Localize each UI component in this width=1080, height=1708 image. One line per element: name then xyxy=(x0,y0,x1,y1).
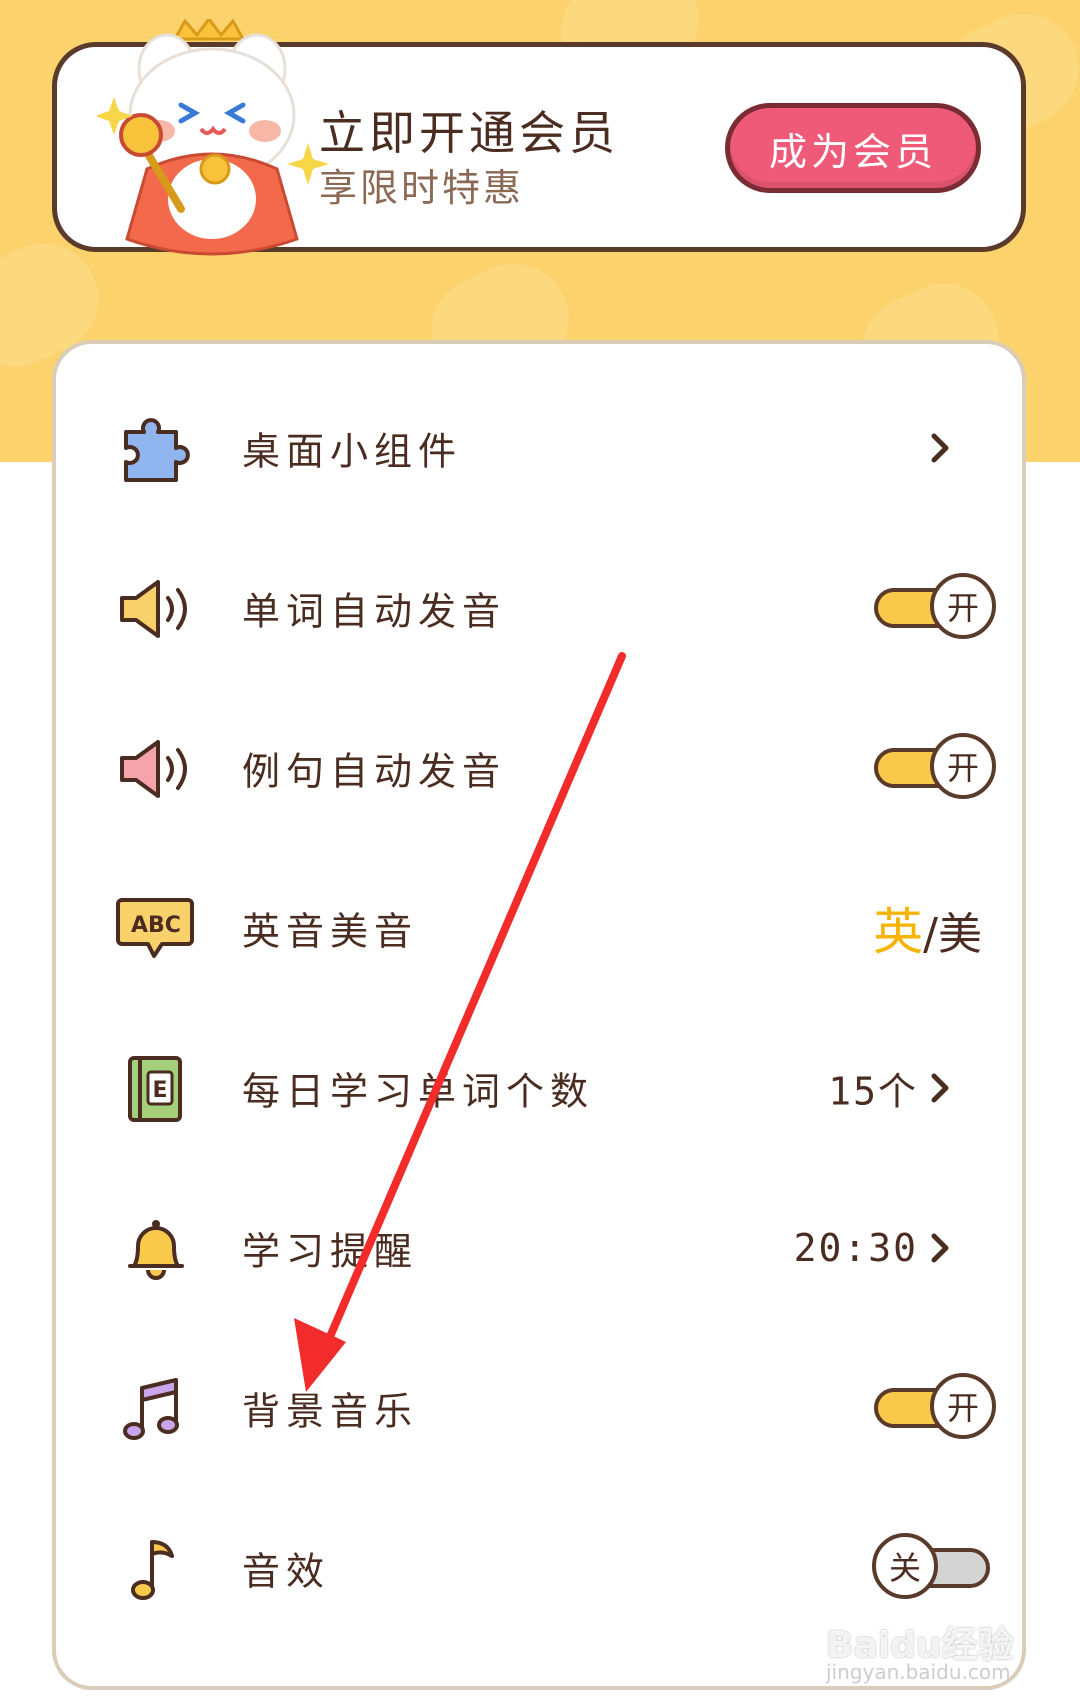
setting-label: 例句自动发音 xyxy=(242,749,507,794)
daily-word-count-value: 15个 xyxy=(828,1069,918,1114)
member-title: 立即开通会员 xyxy=(319,106,619,160)
accent-american[interactable]: 美 xyxy=(938,909,982,960)
become-member-button[interactable]: 成为会员 xyxy=(725,103,981,193)
setting-row-daily-word-count[interactable]: E 每日学习单词个数 15个 xyxy=(56,1008,1022,1168)
bell-icon xyxy=(128,1220,184,1280)
member-banner[interactable]: 立即开通会员 享限时特惠 成为会员 xyxy=(52,19,1026,256)
setting-row-sentence-pronunciation: 例句自动发音 开 xyxy=(56,688,1022,848)
music-note-icon xyxy=(131,1540,174,1600)
speaker-icon xyxy=(120,740,187,798)
setting-row-study-reminder[interactable]: 学习提醒 20:30 xyxy=(56,1168,1022,1328)
music-notes-icon xyxy=(123,1378,179,1440)
sentence-pronunciation-toggle[interactable]: 开 xyxy=(872,733,996,803)
speaker-icon xyxy=(120,580,187,638)
chevron-right-icon[interactable] xyxy=(928,431,952,465)
toggle-knob: 开 xyxy=(930,573,996,639)
setting-row-desktop-widget[interactable]: 桌面小组件 xyxy=(56,368,1022,528)
setting-label: 音效 xyxy=(242,1549,331,1594)
accent-british[interactable]: 英 xyxy=(873,903,923,961)
svg-text:ABC: ABC xyxy=(131,913,181,938)
accent-separator: / xyxy=(923,909,938,960)
setting-label: 单词自动发音 xyxy=(242,589,507,634)
setting-row-background-music: 背景音乐 开 xyxy=(56,1328,1022,1488)
book-icon: E xyxy=(128,1056,182,1122)
svg-text:E: E xyxy=(152,1078,167,1103)
setting-row-accent: ABC 英音美音 英/美 xyxy=(56,848,1022,1008)
accent-switch[interactable]: 英/美 xyxy=(873,892,982,964)
setting-label: 英音美音 xyxy=(242,909,419,954)
setting-label: 桌面小组件 xyxy=(242,429,463,474)
word-pronunciation-toggle[interactable]: 开 xyxy=(872,573,996,643)
toggle-knob: 开 xyxy=(930,733,996,799)
setting-label: 每日学习单词个数 xyxy=(242,1069,595,1114)
watermark-url: jingyan.baidu.com xyxy=(826,1660,1011,1684)
sound-effects-toggle[interactable]: 关 xyxy=(872,1533,996,1603)
study-reminder-time: 20:30 xyxy=(793,1226,918,1270)
puzzle-icon xyxy=(124,418,190,482)
chevron-right-icon[interactable] xyxy=(928,1231,952,1265)
toggle-knob: 开 xyxy=(930,1373,996,1439)
setting-label: 背景音乐 xyxy=(242,1389,419,1434)
background-music-toggle[interactable]: 开 xyxy=(872,1373,996,1443)
setting-label: 学习提醒 xyxy=(242,1229,419,1274)
toggle-knob: 关 xyxy=(872,1533,938,1599)
chevron-right-icon[interactable] xyxy=(928,1071,952,1105)
abc-bubble-icon: ABC xyxy=(116,898,194,958)
member-subtitle: 享限时特惠 xyxy=(319,166,525,210)
setting-row-word-pronunciation: 单词自动发音 开 xyxy=(56,528,1022,688)
king-bunny-mascot-icon xyxy=(97,19,329,256)
settings-list: 桌面小组件 单词自动发音 开 例句自动发音 开 ABC 英音美音 英/美 E 每… xyxy=(52,340,1026,1690)
